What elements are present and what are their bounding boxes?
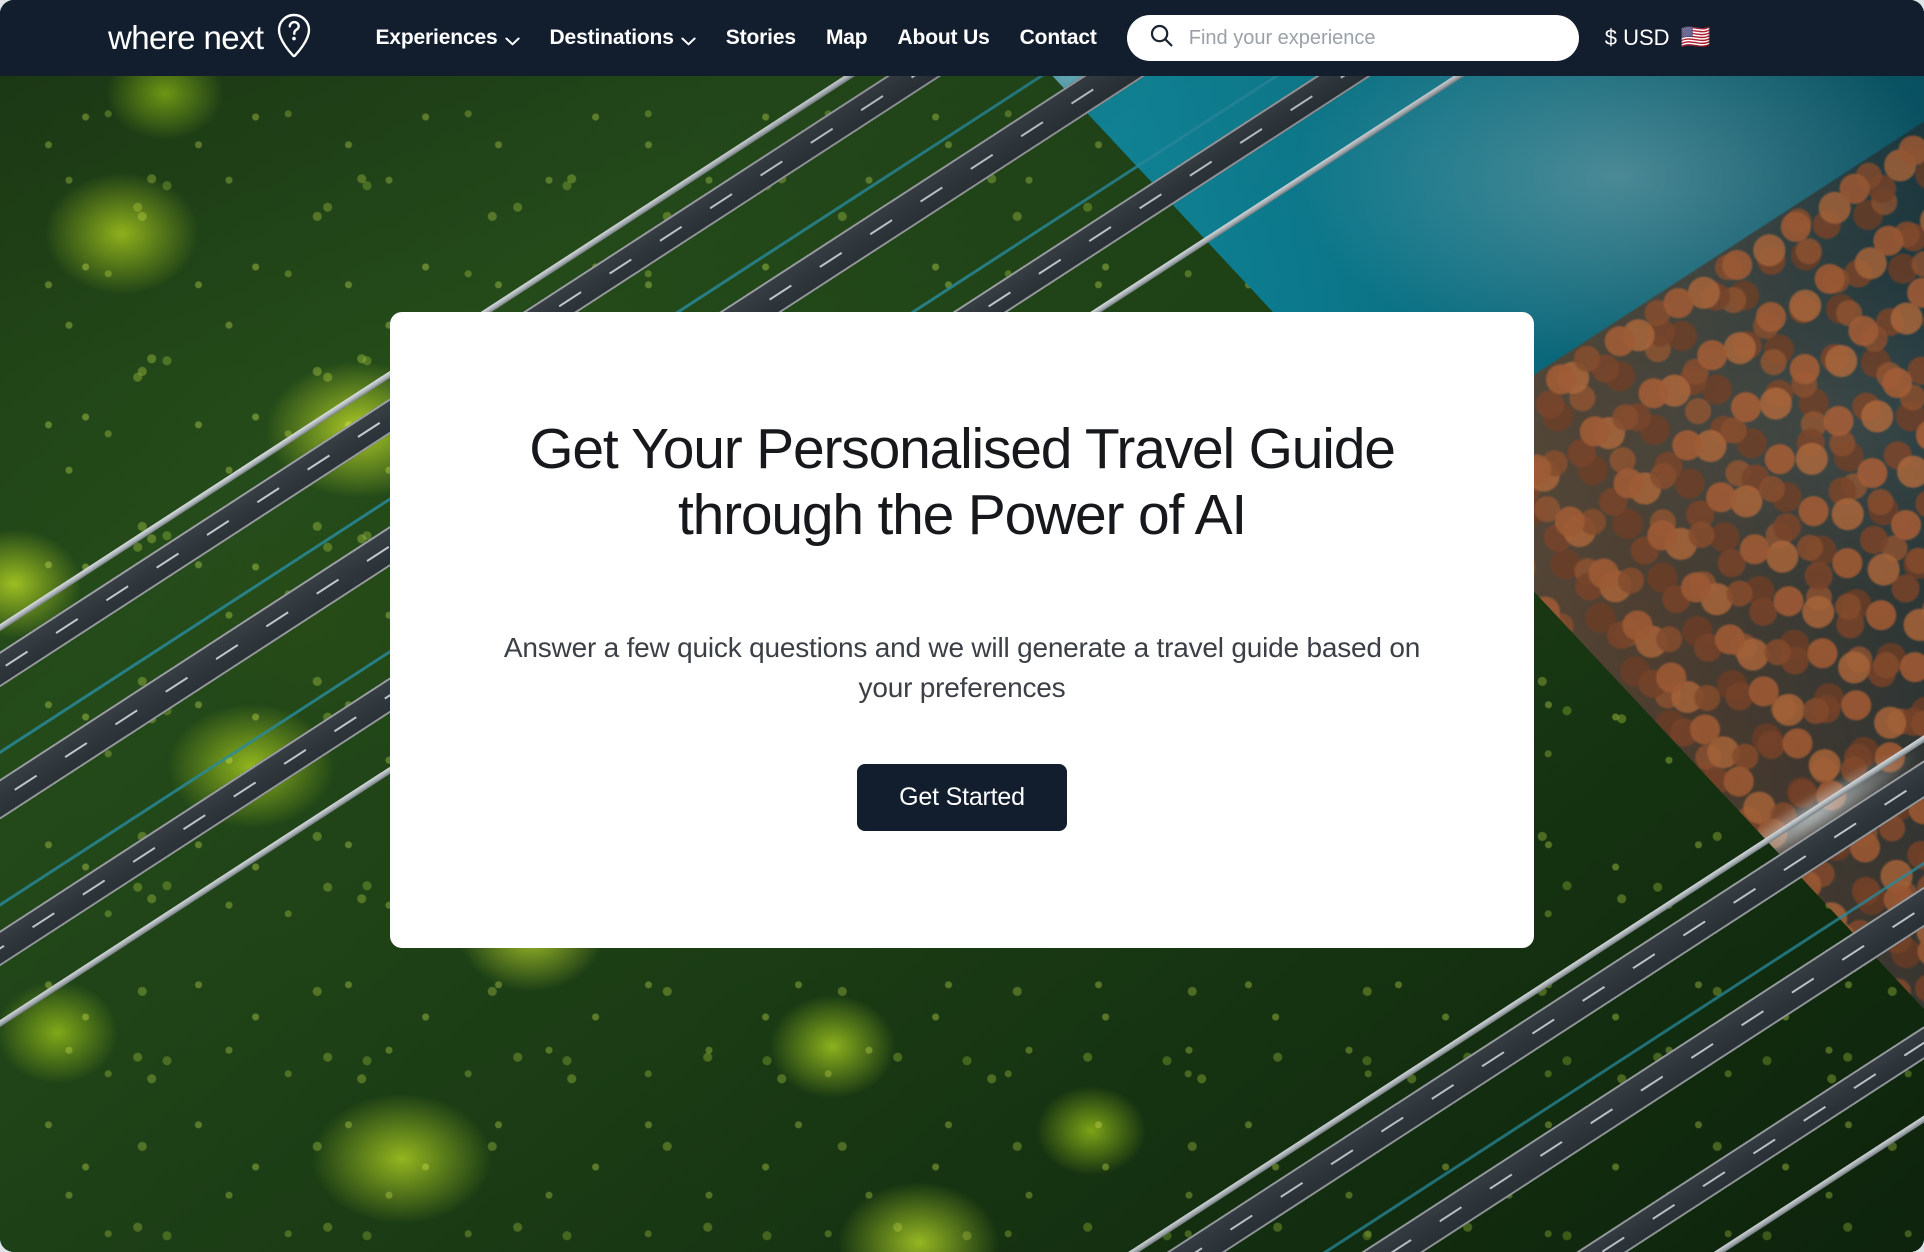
brand-wordmark: where next	[108, 19, 264, 56]
nav-label: Experiences	[375, 26, 498, 49]
us-flag-icon: 🇺🇸	[1680, 24, 1711, 51]
main-navigation: Experiences Destinations Stories Map Abo…	[375, 25, 1096, 52]
nav-label: Contact	[1019, 26, 1097, 49]
nav-label: About Us	[897, 26, 990, 49]
page-subtitle: Answer a few quick questions and we will…	[503, 632, 1421, 703]
get-started-button[interactable]: Get Started	[857, 763, 1067, 831]
location-pin-question-icon	[275, 12, 313, 65]
brand-logo[interactable]: where next	[108, 12, 313, 65]
currency-selector[interactable]: $ USD 🇺🇸	[1605, 25, 1711, 51]
chevron-down-icon	[504, 28, 520, 52]
chevron-down-icon	[681, 28, 696, 52]
nav-item-stories[interactable]: Stories	[726, 26, 796, 50]
page-title: Get Your Personalised Travel Guide throu…	[529, 417, 1396, 548]
nav-item-contact[interactable]: Contact	[1020, 26, 1097, 50]
currency-label: $ USD	[1604, 25, 1670, 50]
site-header: where next Experiences Destinations Stor…	[0, 0, 1924, 76]
search-input[interactable]	[1126, 15, 1579, 61]
nav-label: Destinations	[549, 26, 674, 49]
nav-item-experiences[interactable]: Experiences	[375, 25, 520, 52]
nav-item-about-us[interactable]: About Us	[898, 26, 990, 50]
nav-label: Map	[825, 26, 868, 49]
nav-label: Stories	[725, 26, 796, 49]
search-container	[1126, 15, 1579, 61]
hero-card: Get Your Personalised Travel Guide throu…	[390, 312, 1534, 948]
page-root: where next Experiences Destinations Stor…	[0, 0, 1924, 1252]
nav-item-map[interactable]: Map	[826, 26, 868, 50]
nav-item-destinations[interactable]: Destinations	[550, 25, 696, 52]
